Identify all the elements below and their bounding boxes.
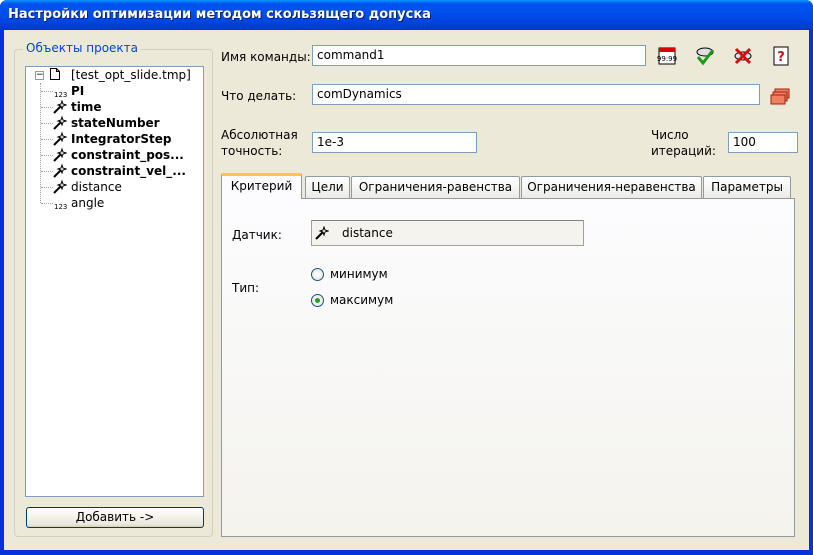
criterion-panel: Датчик: distance Тип: минимум максимум [221,198,795,537]
tree-branch [41,123,53,124]
svg-text:?: ? [777,50,785,65]
tree-branch [41,107,53,108]
tree-item-label: stateNumber [71,116,160,130]
tree-item-statenumber[interactable]: stateNumber [26,115,204,131]
tree-branch [41,203,53,204]
command-name-label: Имя команды: [221,50,311,64]
command-name-input[interactable]: command1 [312,45,646,66]
svg-text:99:99: 99:99 [657,55,677,63]
document-icon [50,68,60,80]
tree-branch [41,187,53,188]
accuracy-label-2: точность: [221,144,283,158]
action-input[interactable]: comDynamics [312,84,760,105]
accuracy-input[interactable]: 1e-3 [312,132,477,153]
sensor-field[interactable]: distance [311,220,584,246]
tree-item-label: angle [71,196,105,210]
radio-circle-selected[interactable] [311,294,324,307]
dialog-client: Объекты проекта − [test_opt_slide.tmp] 1… [4,30,809,550]
tree-item-label: PI [71,84,85,98]
tab-equality-constraints[interactable]: Ограничения-равенства [351,176,520,198]
iterations-input[interactable]: 100 [728,132,798,153]
tree-item-label: distance [71,180,122,194]
wand-icon [53,180,67,194]
wand-icon [315,226,329,240]
wand-icon [53,164,67,178]
title-bar[interactable]: Настройки оптимизации методом скользящег… [0,0,813,30]
radio-maximum[interactable]: максимум [311,293,411,309]
function-icon[interactable]: 99:99 [656,45,678,67]
accuracy-label-1: Абсолютная [221,128,298,142]
tab-inequality-constraints[interactable]: Ограничения-неравенства [521,176,702,198]
radio-minimum[interactable]: минимум [311,267,411,283]
dialog-window: Настройки оптимизации методом скользящег… [0,0,813,555]
tree-root-label: [test_opt_slide.tmp] [71,68,191,82]
tree-item-constraint-pos[interactable]: constraint_pos... [26,147,204,163]
tree-item-pi[interactable]: 123 PI [26,83,204,99]
tree-root-item[interactable]: − [test_opt_slide.tmp] [26,67,204,83]
help-icon[interactable]: ? [770,45,792,67]
window-title: Настройки оптимизации методом скользящег… [8,7,431,22]
sensor-label: Датчик: [232,228,282,242]
tab-parameters[interactable]: Параметры [703,176,791,198]
tree-item-integratorstep[interactable]: IntegratorStep [26,131,204,147]
project-tree[interactable]: − [test_opt_slide.tmp] 123 PI time state… [25,66,204,497]
radio-circle[interactable] [311,268,324,281]
collapse-icon[interactable]: − [35,71,44,80]
number-icon: 123 [54,203,68,211]
tree-item-time[interactable]: time [26,99,204,115]
tree-item-label: constraint_pos... [71,148,184,162]
tree-item-distance[interactable]: distance [26,179,204,195]
iterations-label-1: Число [651,128,689,142]
cancel-icon[interactable] [732,45,754,67]
wand-icon [53,132,67,146]
radio-maximum-label: максимум [330,293,394,307]
add-button[interactable]: Добавить -> [26,507,204,528]
iterations-label-2: итераций: [651,144,716,158]
stack-icon[interactable] [769,85,791,107]
sensor-value: distance [342,226,393,240]
tree-item-angle[interactable]: 123 angle [26,195,204,211]
apply-icon[interactable] [694,45,716,67]
tree-item-label: constraint_vel_... [71,164,186,178]
tree-branch [41,91,53,92]
tab-criterion[interactable]: Критерий [221,173,302,199]
action-label: Что делать: [221,89,297,103]
tree-item-label: time [71,100,102,114]
project-objects-legend: Объекты проекта [23,41,142,55]
tree-item-constraint-vel[interactable]: constraint_vel_... [26,163,204,179]
wand-icon [53,116,67,130]
wand-icon [53,148,67,162]
tree-item-label: IntegratorStep [71,132,172,146]
tree-branch [41,139,53,140]
tab-goals[interactable]: Цели [305,176,350,198]
tree-branch [41,155,53,156]
tree-branch [41,171,53,172]
wand-icon [53,100,67,114]
radio-minimum-label: минимум [330,267,388,281]
type-label: Тип: [232,281,260,295]
radio-dot [315,298,320,303]
